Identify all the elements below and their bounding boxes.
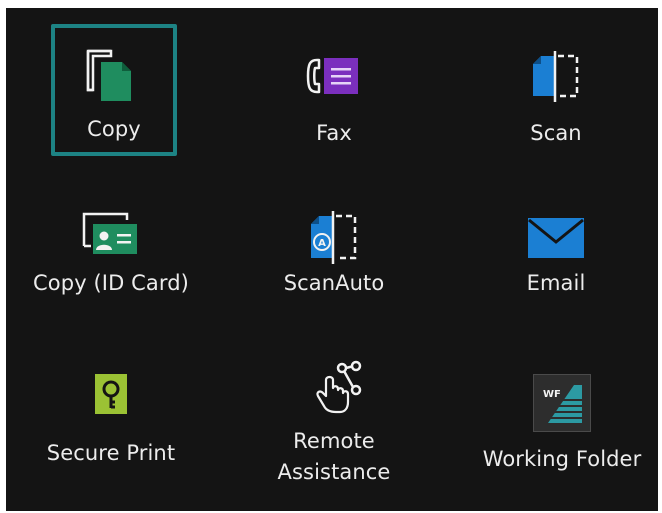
copy-label: Copy bbox=[87, 117, 141, 141]
scan-app-tile[interactable]: Scan bbox=[456, 24, 656, 164]
copy-icon bbox=[86, 49, 131, 101]
scanauto-app-tile[interactable]: A ScanAuto bbox=[234, 198, 434, 338]
copy-app-tile[interactable]: Copy bbox=[51, 24, 177, 156]
svg-text:A: A bbox=[318, 238, 326, 249]
fax-app-tile[interactable]: Fax bbox=[234, 24, 434, 164]
remote-assistance-icon bbox=[316, 360, 362, 414]
fax-icon bbox=[306, 58, 358, 94]
email-label: Email bbox=[526, 271, 586, 295]
copy-id-card-app-tile[interactable]: Copy (ID Card) bbox=[11, 198, 211, 338]
remote-assistance-app-tile[interactable]: Remote Assistance bbox=[234, 360, 434, 504]
scan-label: Scan bbox=[530, 121, 582, 145]
scan-icon bbox=[533, 51, 579, 102]
secure-print-app-tile[interactable]: Secure Print bbox=[11, 364, 211, 504]
secure-print-icon bbox=[95, 374, 127, 414]
working-folder-icon: WF bbox=[533, 374, 591, 432]
id-card-copy-icon bbox=[82, 212, 137, 254]
app-launcher-screen: Copy Fax Scan Copy (ID Card) A ScanAuto … bbox=[6, 8, 658, 511]
email-icon bbox=[528, 218, 584, 258]
scan-auto-icon: A bbox=[311, 211, 357, 264]
working-folder-app-tile[interactable]: WF Working Folder bbox=[462, 364, 658, 504]
working-folder-label: Working Folder bbox=[482, 447, 642, 471]
working-folder-icon-text: WF bbox=[543, 389, 561, 400]
email-app-tile[interactable]: Email bbox=[456, 198, 656, 338]
